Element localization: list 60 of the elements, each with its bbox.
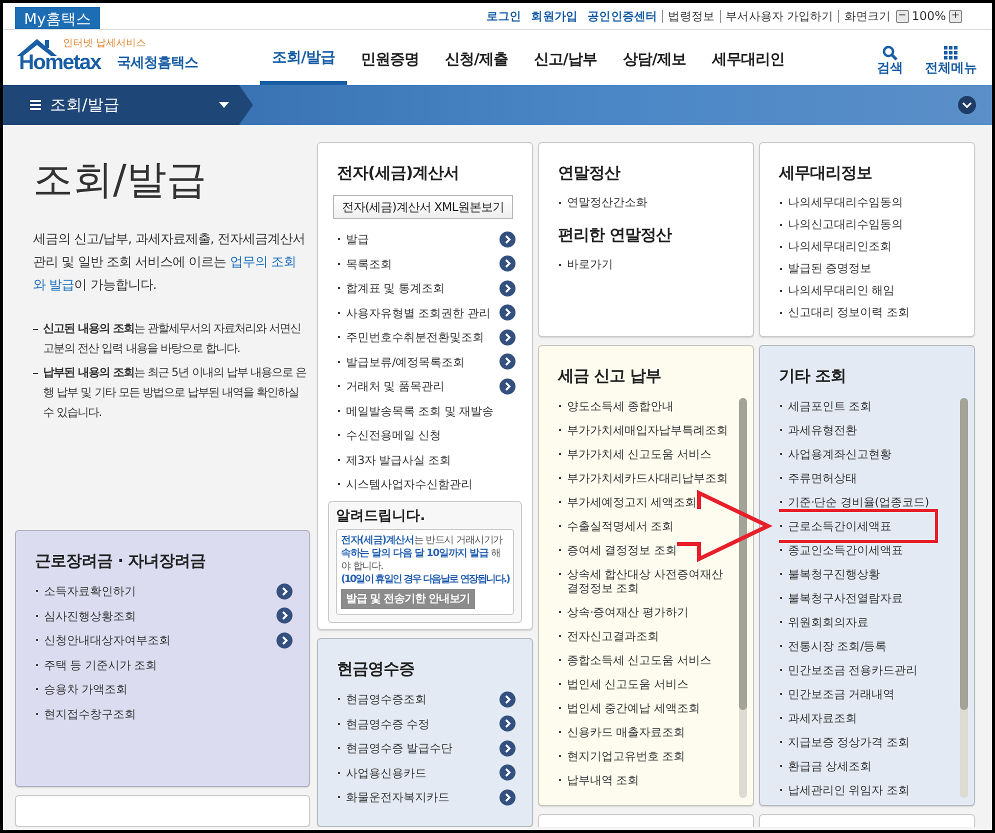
nav-tab[interactable]: 신청/제출: [432, 30, 520, 85]
grid-menu-icon: [943, 45, 959, 61]
chevron-circle-icon[interactable]: [499, 764, 516, 782]
note-text: 신고된 내용의 조회는 관할세무서의 자료처리와 서면신고분의 전산 입력 내용을 바탕으로 합니다.: [33, 319, 308, 359]
menu-link[interactable]: 수출실적명세서 조회: [558, 514, 674, 538]
chevron-circle-icon[interactable]: [499, 280, 516, 297]
top-link[interactable]: 공인인증센터: [582, 10, 662, 22]
chevron-down-icon: [962, 102, 972, 108]
chevron-circle-icon[interactable]: [276, 607, 293, 624]
logo-wordmark: Hometax: [19, 50, 101, 76]
chevron-circle-icon[interactable]: [499, 230, 516, 248]
chevron-circle-icon[interactable]: [499, 690, 516, 708]
notice-subtext: (10일이 휴일인 경우 다음날로 연장됩니다.): [341, 572, 509, 586]
section-title: 근로장려금 · 자녀장려금: [35, 550, 207, 572]
scrollbar-thumb[interactable]: [739, 398, 747, 710]
chevron-circle-icon[interactable]: [499, 353, 516, 370]
menu-button[interactable]: 전체메뉴: [925, 39, 977, 76]
section-title: 전자(세금)계산서: [337, 162, 460, 184]
chevron-circle-icon[interactable]: [499, 304, 516, 322]
top-link[interactable]: 부서사용자 가입하기: [720, 10, 838, 22]
section-title: 세무대리정보: [779, 162, 873, 184]
xml-view-button[interactable]: 전자(세금)계산서 XML원본보기: [333, 195, 513, 219]
top-link[interactable]: 회원가입: [526, 10, 583, 22]
my-hometax-tab[interactable]: My홈택스: [15, 7, 100, 29]
chevron-circle-icon[interactable]: [499, 328, 516, 346]
chevron-circle-icon[interactable]: [499, 788, 516, 806]
section-title: 세금 신고 납부: [558, 365, 662, 387]
zoom-out-button[interactable]: −: [896, 10, 909, 22]
scrollbar-thumb[interactable]: [960, 398, 968, 710]
notice-title: 알려드립니다.: [336, 506, 426, 526]
section-title: 편리한 연말정산: [558, 224, 673, 246]
section-title: 기타 조회: [779, 365, 848, 387]
section-title: 연말정산: [558, 162, 622, 184]
top-link[interactable]: 로그인: [481, 10, 526, 22]
search-icon: [882, 45, 898, 61]
logo-name: 국세청홈택스: [117, 54, 198, 73]
note-text: 납부된 내용의 조회는 최근 5년 이내의 납부 내용으로 은행 납부 및 기타 모든 방법으로 납부된 내역을 확인하실 수 있습니다.: [33, 363, 308, 423]
page-title: 조회/발급: [33, 156, 208, 204]
zoom-value: 100%: [910, 8, 947, 25]
chevron-circle-icon[interactable]: [499, 740, 516, 757]
zoom-in-button[interactable]: +: [949, 10, 962, 22]
top-link[interactable]: 법령정보: [662, 10, 720, 22]
chevron-circle-icon[interactable]: [499, 378, 516, 395]
notice-text: 전자(세금)계산서는 반드시 거래시기가 속하는 달의 다음 달 10일까지 발급 해야 합니다.: [341, 534, 504, 572]
search-button[interactable]: 검색: [877, 39, 903, 76]
caret-icon: [219, 102, 229, 108]
chevron-circle-icon[interactable]: [499, 715, 516, 732]
nav-tab[interactable]: 세무대리인: [700, 30, 796, 85]
nav-tab[interactable]: 상담/제보: [610, 30, 698, 85]
section-title: 현금영수증: [337, 658, 416, 680]
expand-button[interactable]: [958, 96, 976, 114]
chevron-circle-icon[interactable]: [276, 632, 293, 649]
chevron-circle-icon[interactable]: [499, 255, 516, 272]
nav-tab[interactable]: 신고/납부: [522, 30, 609, 85]
section-dropdown[interactable]: 조회/발급: [3, 85, 253, 125]
intro-text: 세금의 신고/납부, 과세자료제출, 전자세금계산서 관리 및 일반 조회 서비스에 이르는 업무의 조회와 발급이 가능합니다.: [33, 231, 306, 295]
nav-tab[interactable]: 민원증명: [348, 30, 431, 85]
menu-icon: [30, 99, 42, 111]
logo-tagline: 인터넷 납세서비스: [63, 39, 146, 49]
chevron-circle-icon[interactable]: [276, 582, 293, 600]
